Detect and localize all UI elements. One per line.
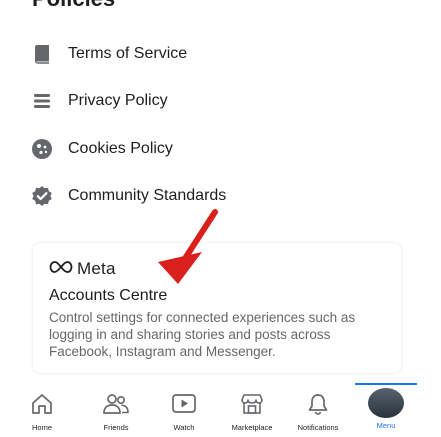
nav-label: Menu	[376, 421, 396, 430]
meta-infinity-icon	[49, 260, 73, 279]
policy-list: Terms of Service Privacy Policy Cookies …	[30, 30, 410, 220]
list-icon	[30, 89, 54, 113]
meta-logo: Meta	[49, 259, 116, 279]
meta-wordmark: Meta	[77, 259, 116, 278]
friends-icon	[102, 391, 130, 417]
marketplace-icon	[238, 391, 266, 417]
nav-watch[interactable]: Watch	[152, 383, 216, 437]
policy-label: Community Standards	[68, 187, 227, 205]
nav-label: Home	[31, 423, 52, 432]
nav-label: Marketplace	[231, 423, 273, 432]
shield-check-icon	[30, 184, 54, 208]
nav-home[interactable]: Home	[10, 383, 74, 437]
card-description: Control settings for connected experienc…	[49, 310, 356, 359]
nav-menu[interactable]: Menu	[354, 383, 418, 437]
policy-community-standards[interactable]: Community Standards	[30, 173, 410, 221]
nav-friends[interactable]: Friends	[84, 383, 148, 437]
nav-label: Notifications	[297, 423, 339, 432]
policy-label: Terms of Service	[68, 44, 188, 62]
book-icon	[30, 42, 54, 66]
nav-label: Friends	[103, 423, 129, 432]
policy-cookies[interactable]: Cookies Policy	[30, 125, 410, 173]
nav-marketplace[interactable]: Marketplace	[220, 383, 284, 437]
section-title: Policies	[32, 0, 115, 12]
nav-label: Watch	[173, 423, 195, 432]
profile-avatar	[368, 388, 404, 418]
bell-icon	[304, 391, 332, 417]
active-tab-indicator	[355, 383, 417, 385]
cookie-icon	[30, 137, 54, 161]
accounts-centre-card[interactable]: Meta Accounts Centre Control settings fo…	[33, 243, 401, 373]
policy-privacy[interactable]: Privacy Policy	[30, 78, 410, 126]
nav-notifications[interactable]: Notifications	[286, 383, 350, 437]
policy-terms-of-service[interactable]: Terms of Service	[30, 30, 410, 78]
bottom-navigation: Home Friends Watch Marketplace Notificat…	[0, 383, 441, 437]
policy-label: Privacy Policy	[68, 92, 168, 110]
home-icon	[28, 391, 56, 417]
watch-icon	[170, 391, 198, 417]
card-title: Accounts Centre	[49, 287, 168, 304]
policy-label: Cookies Policy	[68, 139, 173, 157]
